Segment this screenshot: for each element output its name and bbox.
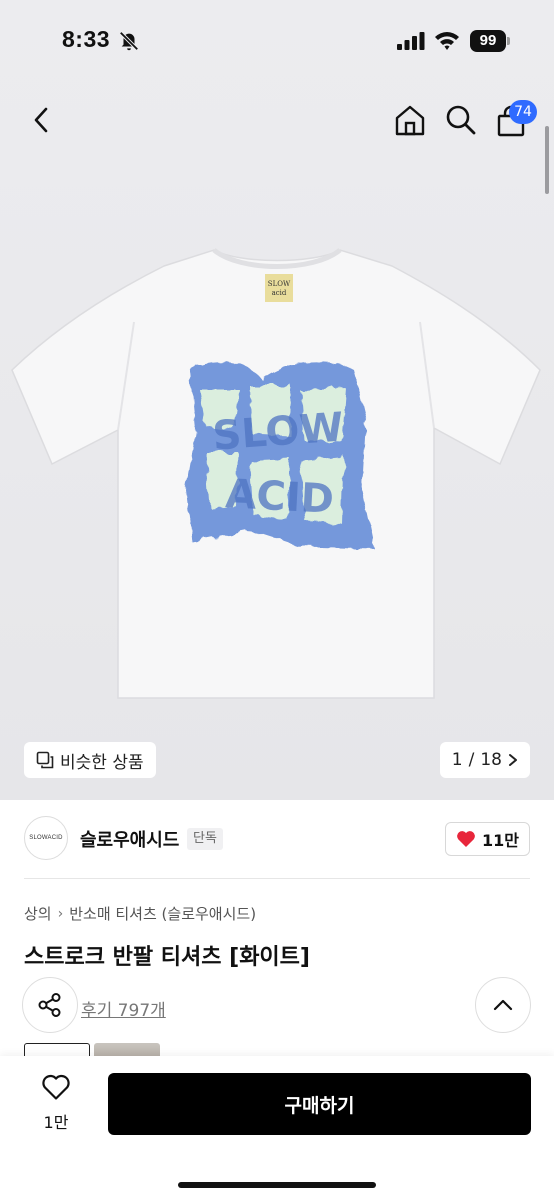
- bell-off-icon: [119, 31, 139, 51]
- brand-name[interactable]: 슬로우애시드: [80, 826, 179, 852]
- wishlist-button[interactable]: 1만: [26, 1074, 86, 1134]
- share-button[interactable]: [22, 977, 78, 1033]
- status-time: 8:33: [62, 26, 111, 52]
- search-icon[interactable]: [443, 102, 479, 138]
- buy-button[interactable]: 구매하기: [108, 1073, 531, 1135]
- total-pages: 18: [480, 750, 502, 770]
- svg-text:acid: acid: [272, 289, 287, 297]
- status-bar: 8:33 99: [0, 0, 554, 84]
- chevron-left-icon: [34, 107, 48, 133]
- share-icon: [38, 993, 61, 1017]
- heart-filled-icon: [457, 831, 475, 847]
- home-indicator: [178, 1182, 376, 1188]
- copy-icon: [36, 751, 54, 769]
- cellular-signal-icon: [397, 32, 425, 50]
- breadcrumb: 상의 › 반소매 티셔츠 (슬로우애시드): [24, 903, 256, 924]
- svg-text:ACID: ACID: [224, 471, 335, 523]
- similar-products-button[interactable]: 비슷한 상품: [24, 742, 156, 778]
- home-icon[interactable]: [392, 102, 428, 138]
- review-count-link[interactable]: 후기 797개: [81, 996, 166, 1021]
- breadcrumb-category[interactable]: 상의: [24, 903, 52, 924]
- current-page: 1: [451, 750, 463, 770]
- product-title: 스트로크 반팔 티셔츠 [화이트]: [24, 945, 310, 970]
- brand-logo[interactable]: SLOWACID: [24, 816, 68, 860]
- brand-like-button[interactable]: 11만: [445, 822, 530, 856]
- brand-like-count: 11만: [482, 831, 519, 850]
- color-option-thumbnail[interactable]: [24, 1043, 90, 1057]
- image-page-counter[interactable]: 1 / 18: [439, 742, 530, 778]
- chevron-right-icon: ›: [57, 905, 64, 922]
- chevron-right-icon: [509, 754, 517, 766]
- similar-products-label: 비슷한 상품: [60, 752, 144, 773]
- breadcrumb-subcategory[interactable]: 반소매 티셔츠 (슬로우애시드): [69, 903, 256, 924]
- battery-indicator: 99: [470, 30, 506, 52]
- chevron-up-icon: [493, 999, 513, 1011]
- brand-row: SLOWACID 슬로우애시드 단독 11만: [0, 800, 554, 878]
- scroll-indicator: [545, 126, 549, 194]
- scroll-to-top-button[interactable]: [475, 977, 531, 1033]
- product-gallery[interactable]: 8:33 99 74 SLOW acid SLOW ACID 비슷한 상품 1 …: [0, 0, 554, 800]
- wishlist-count: 1만: [43, 1113, 69, 1132]
- brand-logo-text: SLOWACID: [29, 835, 63, 841]
- back-button[interactable]: [24, 103, 58, 137]
- cart-count-badge: 74: [509, 100, 537, 124]
- bottom-action-bar: 1만 구매하기: [0, 1056, 554, 1200]
- svg-text:SLOW: SLOW: [268, 280, 291, 288]
- exclusive-badge: 단독: [187, 828, 223, 850]
- heart-outline-icon: [42, 1074, 70, 1100]
- product-image: SLOW acid SLOW ACID: [11, 247, 541, 699]
- print-text: SLOW: [211, 405, 345, 460]
- battery-tip: [507, 37, 510, 45]
- page-separator: /: [468, 750, 475, 770]
- wifi-icon: [435, 32, 459, 50]
- section-divider: [24, 878, 530, 879]
- color-option-thumbnail[interactable]: [94, 1043, 160, 1057]
